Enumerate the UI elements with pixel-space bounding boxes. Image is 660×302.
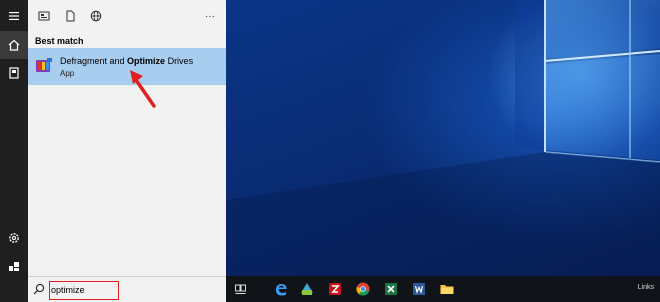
- search-input[interactable]: [51, 283, 115, 297]
- filezilla-icon: [329, 283, 341, 295]
- links-toolbar[interactable]: Links: [638, 284, 654, 291]
- chrome-taskbar-button[interactable]: [354, 280, 372, 298]
- documents-button[interactable]: [0, 59, 28, 87]
- best-match-result[interactable]: Defragment and Optimize Drives App: [28, 48, 226, 85]
- home-button[interactable]: [0, 31, 28, 59]
- documents-filter-icon: [66, 10, 75, 22]
- start-rail: [0, 0, 28, 302]
- power-icon: [9, 262, 19, 271]
- search-icon: [33, 283, 45, 295]
- web-filter-button[interactable]: [88, 8, 104, 24]
- edge-taskbar-button[interactable]: [272, 280, 290, 298]
- file-explorer-taskbar-button[interactable]: [438, 280, 456, 298]
- edge-icon: [276, 284, 287, 296]
- result-name: Defragment and Optimize Drives: [60, 56, 194, 66]
- chrome-icon: [356, 282, 370, 296]
- apps-filter-icon: [38, 11, 50, 21]
- apps-filter-button[interactable]: [36, 8, 52, 24]
- web-filter-icon: [90, 10, 102, 22]
- result-subtitle: App: [60, 69, 75, 78]
- store-icon: [301, 283, 313, 295]
- documents-filter-button[interactable]: [62, 8, 78, 24]
- more-options-button[interactable]: ···: [202, 8, 218, 24]
- task-view-button[interactable]: [232, 280, 250, 298]
- excel-icon: [385, 283, 397, 295]
- hamburger-button[interactable]: [0, 2, 28, 30]
- search-bar: [28, 276, 226, 302]
- settings-icon: [9, 233, 19, 243]
- search-results-panel: ··· Best match Defragment and Optimize D…: [28, 0, 226, 276]
- store-taskbar-button[interactable]: [298, 280, 316, 298]
- file-explorer-icon: [440, 285, 454, 294]
- excel-taskbar-button[interactable]: [382, 280, 400, 298]
- task-view-icon: [235, 284, 246, 294]
- defrag-app-icon: [36, 58, 52, 72]
- taskbar: Links: [226, 276, 660, 302]
- annotation-arrow-icon: [130, 70, 156, 108]
- home-icon: [8, 39, 20, 51]
- settings-button[interactable]: [0, 224, 28, 252]
- power-user-button[interactable]: [0, 252, 28, 280]
- documents-icon: [9, 67, 19, 79]
- hamburger-icon: [9, 12, 19, 20]
- word-icon: [413, 283, 425, 295]
- filter-bar: ···: [28, 0, 226, 32]
- filezilla-taskbar-button[interactable]: [326, 280, 344, 298]
- best-match-header: Best match: [35, 36, 84, 46]
- word-taskbar-button[interactable]: [410, 280, 428, 298]
